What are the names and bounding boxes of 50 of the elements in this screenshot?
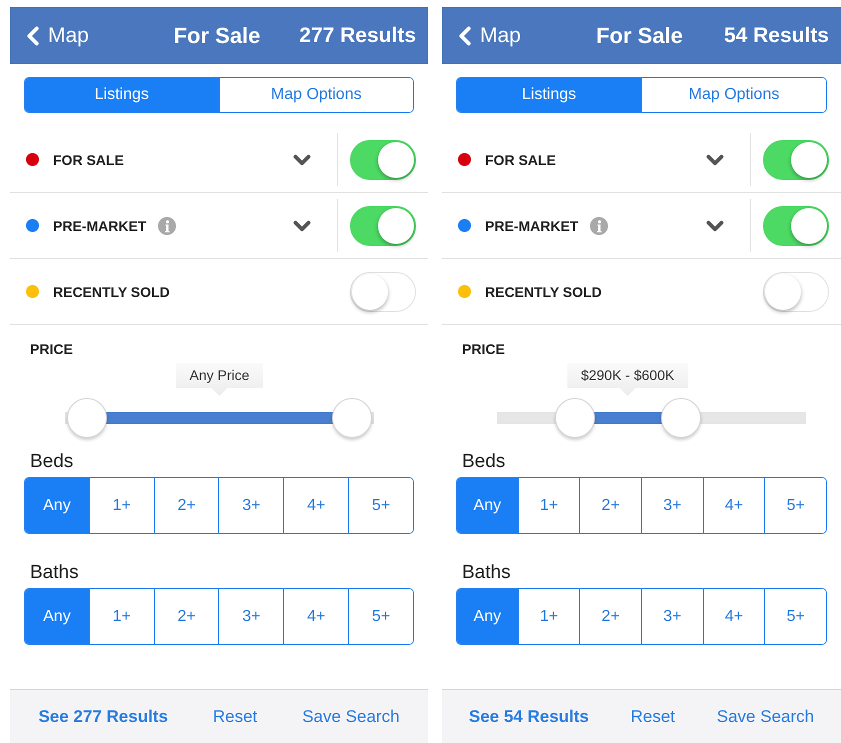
toggle-switch[interactable]	[350, 272, 416, 312]
tab[interactable]: Map Options	[641, 78, 826, 112]
toggle-switch[interactable]	[763, 206, 829, 246]
option-button[interactable]: Any	[457, 589, 518, 644]
toggle-switch[interactable]	[763, 140, 829, 180]
option-button[interactable]: 5+	[764, 589, 826, 644]
filter-label: PRE-MARKET	[485, 218, 578, 234]
slider-thumb[interactable]	[67, 398, 107, 438]
see-results-button[interactable]: See 54 Results	[468, 706, 589, 726]
info-icon[interactable]	[158, 216, 176, 234]
price-label: PRICE	[462, 341, 506, 357]
back-button[interactable]: Map	[450, 20, 596, 50]
option-button[interactable]: 5+	[764, 478, 826, 533]
toggle-switch[interactable]	[350, 206, 416, 246]
option-button[interactable]: 5+	[348, 589, 413, 644]
filter-label: PRE-MARKET	[53, 218, 146, 234]
results-count: 277 Results	[298, 24, 416, 48]
option-button[interactable]: Any	[25, 478, 89, 533]
toggle-switch[interactable]	[350, 140, 416, 180]
tab[interactable]: Listings	[25, 78, 218, 112]
section-label: Baths	[462, 562, 512, 584]
option-button[interactable]: 5+	[348, 478, 413, 533]
back-button[interactable]: Map	[18, 20, 174, 50]
screen-title: For Sale	[596, 22, 683, 48]
results-count: 54 Results	[722, 24, 829, 48]
toggle-switch[interactable]	[763, 272, 829, 312]
reset-button[interactable]: Reset	[212, 706, 258, 726]
section-label: Baths	[30, 562, 80, 584]
price-tooltip: $290K - $600K	[566, 363, 688, 396]
reset-button[interactable]: Reset	[630, 706, 676, 726]
screen-title: For Sale	[174, 22, 260, 48]
save-search-button[interactable]: Save Search	[302, 706, 400, 726]
option-button[interactable]: Any	[457, 478, 518, 533]
see-results-button[interactable]: See 277 Results	[38, 706, 168, 726]
filter-label: RECENTLY SOLD	[485, 284, 602, 300]
slider-thumb[interactable]	[660, 398, 701, 438]
tab[interactable]: Listings	[457, 78, 641, 112]
tab[interactable]: Map Options	[218, 78, 413, 112]
price-label: PRICE	[30, 341, 74, 357]
filter-label: FOR SALE	[485, 152, 556, 168]
save-search-button[interactable]: Save Search	[716, 706, 814, 726]
filter-label: RECENTLY SOLD	[53, 284, 170, 300]
section-label: Beds	[462, 451, 506, 473]
filter-label: FOR SALE	[53, 152, 124, 168]
info-icon[interactable]	[590, 216, 608, 234]
option-button[interactable]: Any	[25, 589, 89, 644]
price-tooltip: Any Price	[176, 363, 264, 396]
slider-thumb[interactable]	[554, 398, 595, 438]
section-label: Beds	[30, 451, 74, 473]
slider-thumb[interactable]	[332, 398, 372, 438]
